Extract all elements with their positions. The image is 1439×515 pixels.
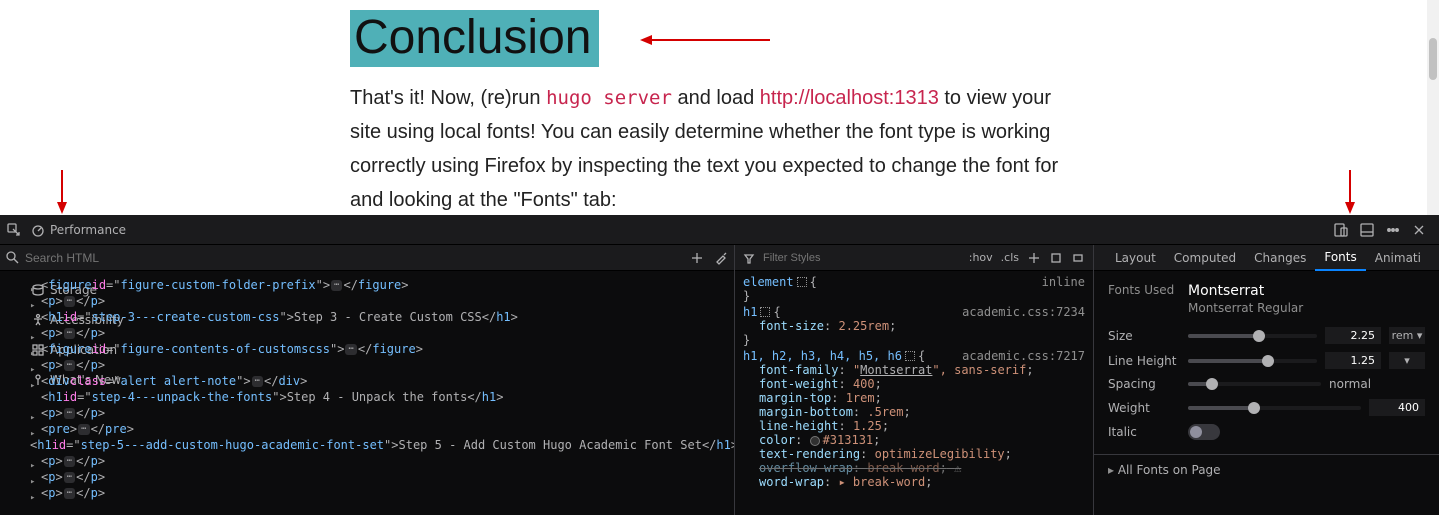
html-node[interactable]: <p>⋯</p>: [30, 325, 734, 341]
html-node[interactable]: <p>⋯</p>: [30, 405, 734, 421]
add-node-icon[interactable]: [690, 251, 704, 265]
print-sim-icon[interactable]: [1071, 251, 1085, 265]
html-tree[interactable]: <figure id="figure-custom-folder-prefix"…: [0, 271, 734, 515]
page-paragraph: That's it! Now, (re)run hugo server and …: [350, 81, 1070, 217]
slider-track[interactable]: [1188, 406, 1361, 410]
styles-pane: :hov .cls element {inline } h1 {academic…: [735, 245, 1094, 515]
localhost-link[interactable]: http://localhost:1313: [760, 87, 939, 109]
html-pane: <figure id="figure-custom-folder-prefix"…: [0, 245, 735, 515]
page-heading-highlighted[interactable]: Conclusion: [350, 10, 599, 67]
fonts-used-section: Fonts Used Montserrat Montserrat Regular: [1094, 279, 1439, 323]
html-node[interactable]: <figure id="figure-custom-folder-prefix"…: [30, 277, 734, 293]
html-node[interactable]: <h1 id="step-3---create-custom-css">Step…: [30, 309, 734, 325]
overflow-icon[interactable]: ▸: [1430, 245, 1439, 271]
html-node[interactable]: <h1 id="step-5---add-custom-hugo-academi…: [30, 437, 734, 453]
search-html-input[interactable]: [25, 251, 684, 265]
styles-toolbar: :hov .cls: [735, 245, 1093, 271]
devtools-tab-performance[interactable]: Performance: [22, 215, 135, 245]
lineheight-unit[interactable]: ▾: [1389, 352, 1425, 369]
font-name: Montserrat: [1188, 283, 1303, 299]
html-node[interactable]: <p>⋯</p>: [30, 485, 734, 501]
cls-toggle[interactable]: .cls: [1001, 251, 1019, 264]
responsive-mode-icon[interactable]: [1333, 222, 1349, 238]
filter-icon: [743, 252, 755, 264]
slider-track[interactable]: [1188, 334, 1317, 338]
light-mode-icon[interactable]: [1049, 251, 1063, 265]
lineheight-value[interactable]: 1.25: [1325, 352, 1381, 369]
annotation-arrow-top: [640, 32, 770, 62]
all-fonts-toggle[interactable]: All Fonts on Page: [1094, 454, 1439, 485]
eyedropper-icon[interactable]: [714, 251, 728, 265]
page-scrollbar[interactable]: [1427, 0, 1439, 215]
sidebar-tabs: LayoutComputedChangesFontsAnimati▸: [1094, 245, 1439, 271]
sidebar-tab-computed[interactable]: Computed: [1165, 245, 1245, 271]
pick-element-icon[interactable]: [6, 222, 22, 238]
search-icon: [6, 251, 19, 264]
italic-toggle[interactable]: [1188, 424, 1220, 440]
devtools-tab-bar: InspectorConsoleDebuggerNetworkStyle Edi…: [0, 215, 1439, 245]
flex-badge-icon[interactable]: [905, 351, 915, 361]
styles-rules[interactable]: element {inline } h1 {academic.css:7234 …: [735, 271, 1093, 515]
filter-styles-input[interactable]: [763, 252, 905, 264]
sidebar-tab-animati[interactable]: Animati: [1366, 245, 1430, 271]
html-node[interactable]: <h1 id="step-4---unpack-the-fonts">Step …: [30, 389, 734, 405]
html-node[interactable]: <figure id="figure-contents-of-customscs…: [30, 341, 734, 357]
html-node[interactable]: <p>⋯</p>: [30, 469, 734, 485]
html-node[interactable]: <p>⋯</p>: [30, 293, 734, 309]
flex-badge-icon[interactable]: [797, 277, 807, 287]
html-node[interactable]: <p>⋯</p>: [30, 357, 734, 373]
slider-track[interactable]: [1188, 382, 1321, 386]
html-node[interactable]: <p>⋯</p>: [30, 453, 734, 469]
web-page-content: Conclusion That's it! Now, (re)run hugo …: [0, 0, 1439, 215]
flex-badge-icon[interactable]: [760, 307, 770, 317]
size-unit[interactable]: rem ▾: [1389, 327, 1425, 344]
dock-mode-icon[interactable]: [1359, 222, 1375, 238]
sidebar-tab-fonts[interactable]: Fonts: [1315, 245, 1365, 271]
font-style: Montserrat Regular: [1188, 301, 1303, 315]
hov-toggle[interactable]: :hov: [969, 251, 993, 264]
weight-value[interactable]: 400: [1369, 399, 1425, 416]
new-rule-icon[interactable]: [1027, 251, 1041, 265]
annotation-arrow-left: [52, 170, 72, 214]
inline-code: hugo server: [546, 87, 672, 109]
html-search-row: [0, 245, 734, 271]
sidebar-tab-layout[interactable]: Layout: [1106, 245, 1165, 271]
kebab-menu-icon[interactable]: [1385, 222, 1401, 238]
fonts-pane: LayoutComputedChangesFontsAnimati▸ Fonts…: [1094, 245, 1439, 515]
html-node[interactable]: <pre>⋯</pre>: [30, 421, 734, 437]
spacing-value: normal: [1329, 377, 1425, 391]
close-devtools-icon[interactable]: [1411, 222, 1427, 238]
annotation-arrow-right: [1340, 170, 1360, 214]
devtools-panel: InspectorConsoleDebuggerNetworkStyle Edi…: [0, 215, 1439, 515]
html-node[interactable]: <div class="alert alert-note">⋯</div>: [30, 373, 734, 389]
size-value[interactable]: 2.25: [1325, 327, 1381, 344]
slider-track[interactable]: [1188, 359, 1317, 363]
sidebar-tab-changes[interactable]: Changes: [1245, 245, 1315, 271]
